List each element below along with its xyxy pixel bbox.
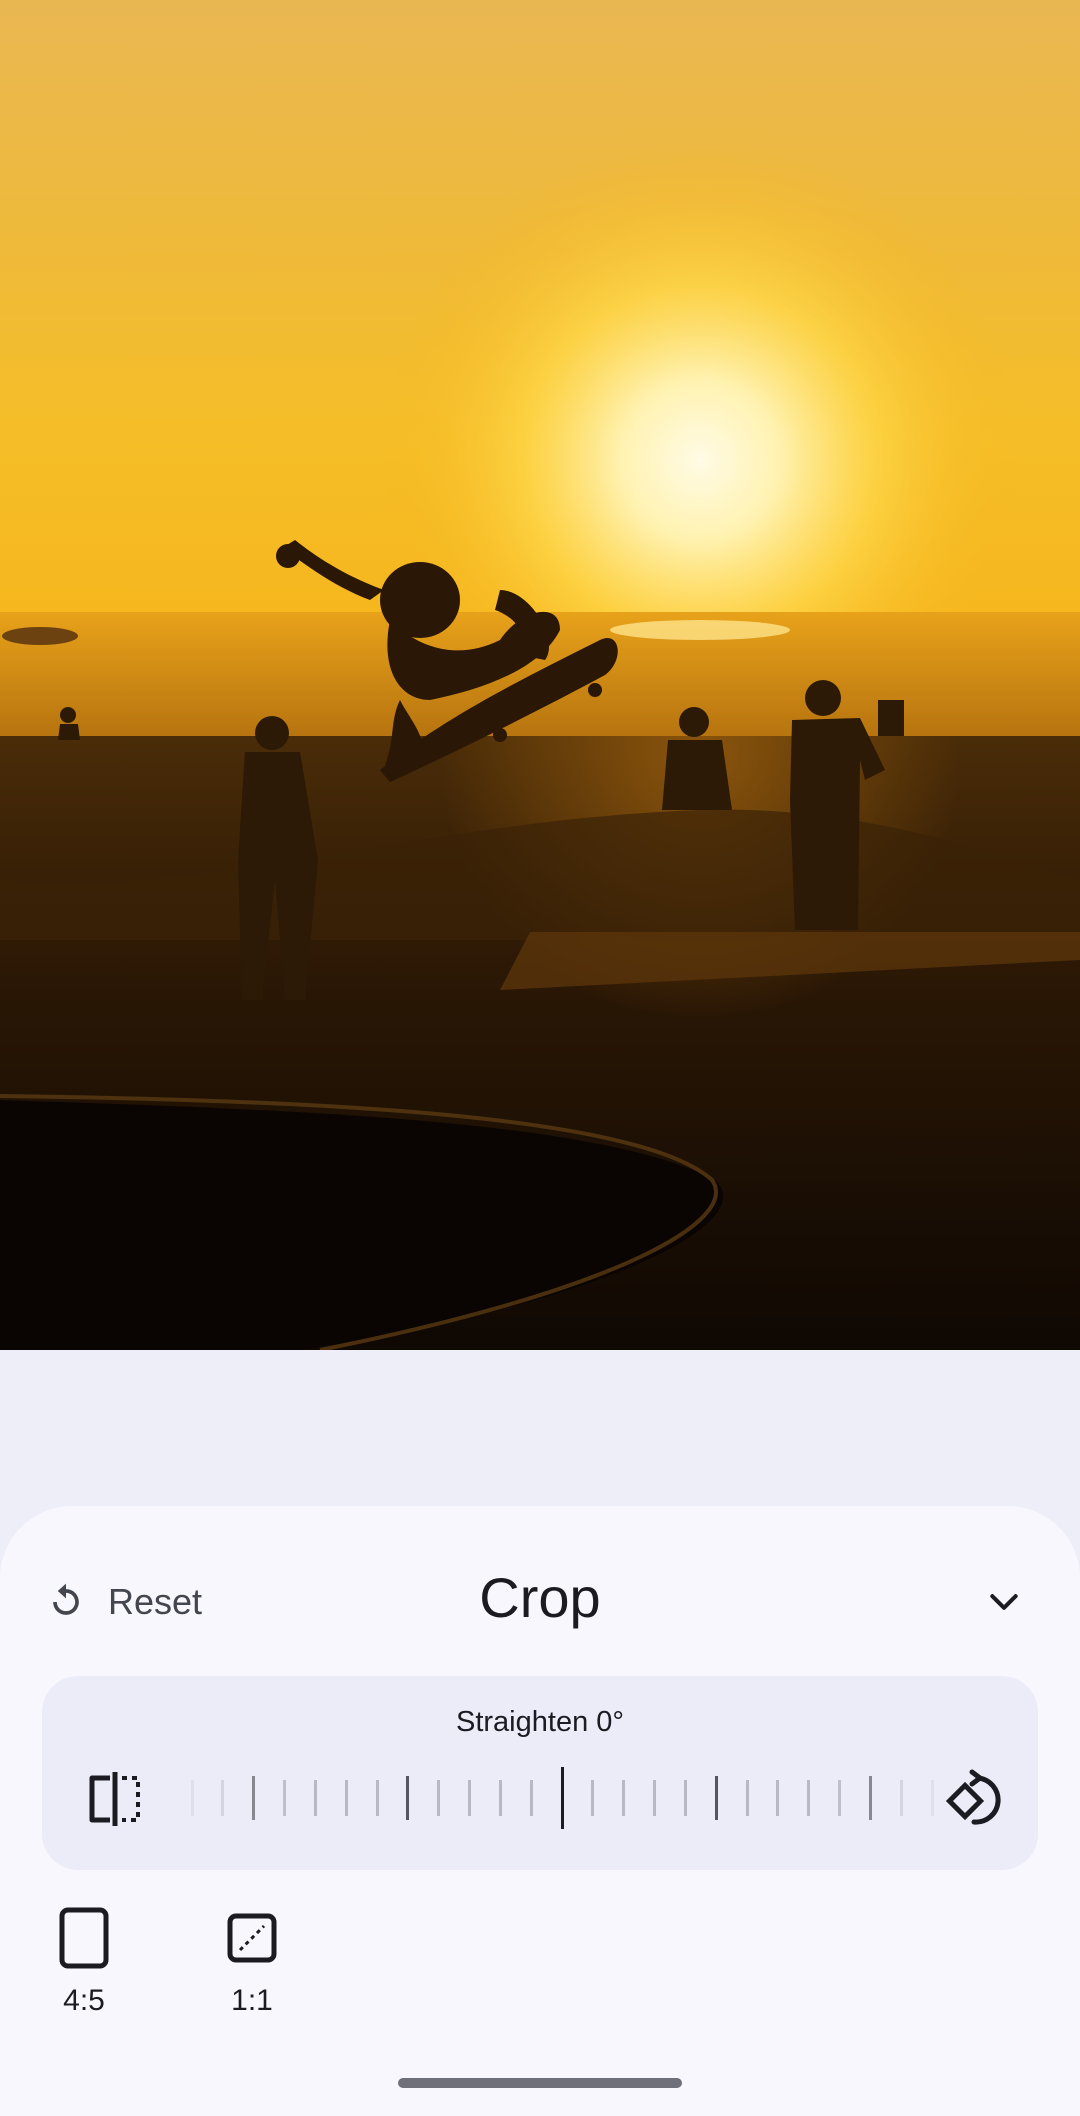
home-indicator[interactable] bbox=[398, 2078, 682, 2088]
dial-tick bbox=[653, 1780, 656, 1816]
dial-tick bbox=[622, 1780, 626, 1816]
dial-tick bbox=[776, 1780, 780, 1816]
rotate-icon bbox=[945, 1769, 1001, 1825]
dial-tick bbox=[807, 1780, 811, 1816]
dial-tick bbox=[838, 1780, 841, 1816]
rotate-button[interactable] bbox=[942, 1764, 1012, 1834]
dial-tick bbox=[468, 1780, 471, 1816]
dial-tick bbox=[498, 1780, 502, 1816]
ratio-1-1-label: 1:1 bbox=[231, 1984, 273, 2017]
crop-panel: Reset Crop Straighten 0° 4:5 1:1 bbox=[0, 1506, 1080, 2116]
portrait-rectangle-icon bbox=[59, 1907, 109, 1969]
flip-horizontal-icon bbox=[89, 1772, 140, 1826]
photo-scene bbox=[0, 0, 1080, 1350]
straighten-label: Straighten 0° bbox=[456, 1706, 624, 1738]
ratio-4-5-label: 4:5 bbox=[63, 1984, 105, 2017]
dial-center-marker bbox=[560, 1767, 564, 1829]
flip-button[interactable] bbox=[80, 1764, 150, 1834]
straighten-dial[interactable] bbox=[190, 1748, 934, 1848]
dial-tick bbox=[930, 1780, 934, 1816]
dial-tick bbox=[190, 1780, 194, 1816]
dial-tick bbox=[899, 1780, 903, 1816]
dial-tick bbox=[529, 1780, 533, 1816]
dial-tick bbox=[714, 1776, 718, 1820]
dial-tick bbox=[375, 1780, 379, 1816]
straighten-card: Straighten 0° bbox=[42, 1676, 1038, 1870]
collapse-button[interactable] bbox=[976, 1574, 1032, 1630]
chevron-down-icon bbox=[990, 1594, 1018, 1610]
dial-tick bbox=[221, 1780, 225, 1816]
dial-tick bbox=[437, 1780, 441, 1816]
dial-tick bbox=[868, 1776, 872, 1820]
dial-tick bbox=[313, 1780, 317, 1816]
dial-tick bbox=[591, 1780, 595, 1816]
dial-tick bbox=[745, 1780, 749, 1816]
ratio-1-1-button[interactable]: 1:1 bbox=[192, 1906, 312, 2018]
dial-tick bbox=[406, 1776, 410, 1820]
panel-title: Crop bbox=[479, 1566, 601, 1629]
dial-tick bbox=[344, 1780, 348, 1816]
dial-tick bbox=[683, 1780, 687, 1816]
ratio-4-5-button[interactable]: 4:5 bbox=[24, 1906, 144, 2018]
square-ratio-icon bbox=[227, 1913, 277, 1963]
dial-tick bbox=[283, 1780, 286, 1816]
photo-preview[interactable] bbox=[0, 0, 1080, 1350]
dial-tick bbox=[252, 1776, 256, 1820]
